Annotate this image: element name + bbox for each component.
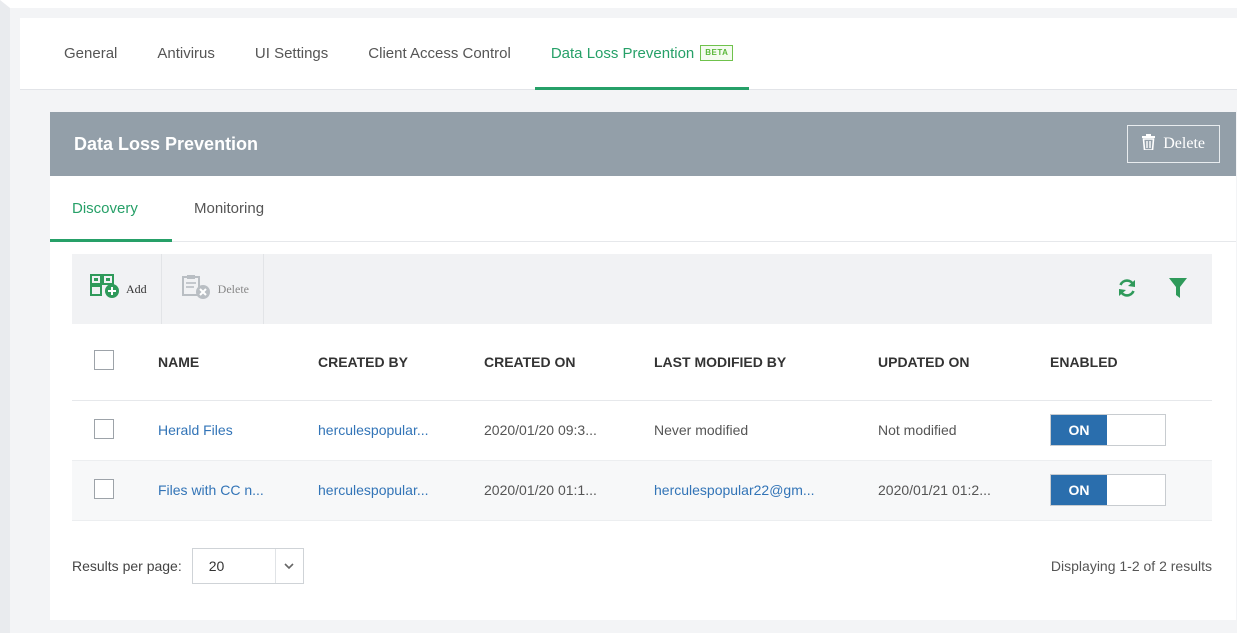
toggle-on-label: ON	[1051, 475, 1107, 505]
created-by-link[interactable]: herculespopular...	[318, 482, 429, 498]
toggle-on-label: ON	[1051, 415, 1107, 445]
tab-label: Data Loss Prevention	[550, 44, 695, 62]
policy-table: NAME CREATED BY CREATED ON LAST MODIFIED…	[72, 324, 1212, 521]
results-per-page-value: 20	[208, 558, 225, 574]
created-by-link[interactable]: herculespopular...	[318, 422, 429, 438]
tab-label: Client Access Control	[368, 44, 511, 62]
tab-general[interactable]: General	[48, 17, 133, 89]
table-header-row: NAME CREATED BY CREATED ON LAST MODIFIED…	[72, 324, 1212, 401]
table-row: Herald Files herculespopular... 2020/01/…	[72, 400, 1212, 461]
top-tabs: General Antivirus UI Settings Client Acc…	[20, 18, 1237, 90]
results-per-page-select[interactable]: 20	[191, 548, 304, 584]
column-header-created-on[interactable]: CREATED ON	[484, 324, 654, 401]
updated-on-cell: Not modified	[878, 400, 1050, 461]
grid-toolbar: Add Delete	[72, 254, 1212, 324]
add-label: Add	[126, 281, 147, 296]
column-header-enabled[interactable]: ENABLED	[1050, 324, 1212, 401]
column-header-created-by[interactable]: CREATED BY	[318, 324, 484, 401]
delete-policy-icon	[180, 274, 214, 304]
toolbar-delete-label: Delete	[217, 281, 249, 296]
card-header: Data Loss Prevention Delete	[50, 112, 1236, 176]
policy-name-link[interactable]: Herald Files	[158, 422, 233, 438]
tab-label: Monitoring	[194, 200, 265, 217]
row-checkbox[interactable]	[94, 418, 114, 439]
tab-discovery[interactable]: Discovery	[50, 176, 172, 242]
add-policy-icon	[90, 274, 122, 304]
column-header-last-modified-by[interactable]: LAST MODIFIED BY	[654, 324, 878, 401]
filter-icon[interactable]	[1168, 277, 1188, 302]
column-header-name[interactable]: NAME	[158, 324, 318, 401]
trash-icon	[1142, 133, 1156, 155]
page: General Antivirus UI Settings Client Acc…	[0, 0, 1237, 633]
refresh-icon[interactable]	[1116, 277, 1138, 302]
tab-data-loss-prevention[interactable]: Data Loss Prevention BETA	[534, 17, 750, 90]
card-title: Data Loss Prevention	[74, 133, 259, 154]
updated-on-cell: 2020/01/21 01:2...	[878, 460, 1050, 521]
column-header-updated-on[interactable]: UPDATED ON	[878, 324, 1050, 401]
created-on-cell: 2020/01/20 09:3...	[484, 400, 654, 461]
toolbar-delete-button[interactable]: Delete	[162, 254, 264, 324]
add-button[interactable]: Add	[72, 254, 162, 324]
header-delete-label: Delete	[1163, 135, 1205, 152]
tab-label: UI Settings	[254, 44, 329, 62]
last-modified-by-cell: Never modified	[654, 400, 878, 461]
select-all-checkbox[interactable]	[94, 350, 114, 371]
tab-client-access-control[interactable]: Client Access Control	[352, 17, 527, 89]
enabled-toggle[interactable]: ON	[1050, 474, 1166, 506]
created-on-cell: 2020/01/20 01:1...	[484, 460, 654, 521]
tab-label: Discovery	[72, 200, 138, 217]
grid-footer: Results per page: 20 Displaying 1-2 of 2…	[72, 544, 1212, 588]
policy-grid: Add Delete NAME CREATED BY CREATED ON LA…	[72, 254, 1212, 521]
results-summary: Displaying 1-2 of 2 results	[1050, 558, 1212, 574]
row-checkbox[interactable]	[94, 478, 114, 499]
tab-ui-settings[interactable]: UI Settings	[239, 17, 344, 89]
tab-antivirus[interactable]: Antivirus	[141, 17, 231, 89]
policy-name-link[interactable]: Files with CC n...	[158, 482, 264, 498]
chevron-down-icon	[274, 549, 303, 583]
table-row: Files with CC n... herculespopular... 20…	[72, 460, 1212, 521]
tab-label: Antivirus	[157, 44, 215, 62]
results-per-page-label: Results per page:	[72, 558, 182, 574]
tab-label: General	[64, 44, 118, 62]
enabled-toggle[interactable]: ON	[1050, 414, 1166, 446]
header-delete-button[interactable]: Delete	[1127, 125, 1220, 163]
sub-tabs: Discovery Monitoring	[50, 176, 1236, 242]
beta-badge: BETA	[700, 45, 734, 61]
last-modified-by-link[interactable]: herculespopular22@gm...	[654, 482, 815, 498]
dlp-card: Data Loss Prevention Delete Discovery Mo…	[50, 112, 1236, 620]
tab-monitoring[interactable]: Monitoring	[172, 176, 286, 241]
